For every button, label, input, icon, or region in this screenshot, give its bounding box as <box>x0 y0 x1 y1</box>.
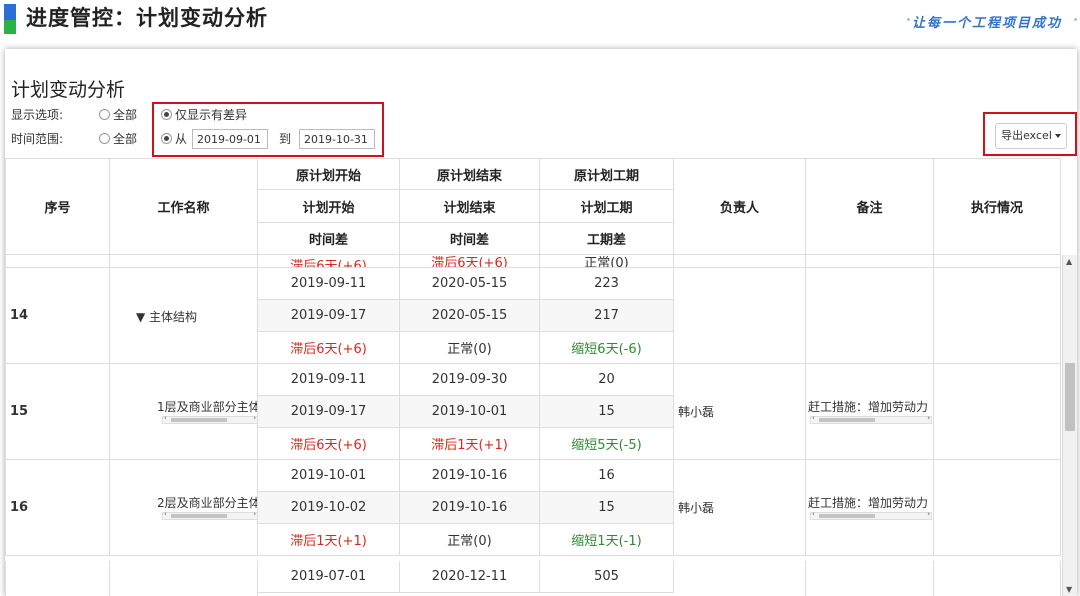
end-diff-cell: 正常(0) <box>400 332 540 364</box>
header-plan-end: 计划结束 <box>400 190 540 223</box>
orig-duration-cell: 16 <box>540 460 674 492</box>
partial-start-diff: 滞后6天(+6) <box>258 244 400 268</box>
brand-accent-icon <box>4 4 16 34</box>
time-range-label: 时间范围: <box>11 132 64 146</box>
task-name[interactable]: ▼ 主体结构 <box>136 308 197 325</box>
duration-diff-cell: 缩短1天(-1) <box>540 524 674 556</box>
bottom-orig-end: 2020-12-11 <box>400 561 540 593</box>
table-row-bottom-name <box>110 561 258 596</box>
bottom-orig-start: 2019-07-01 <box>258 561 400 593</box>
plan-end-cell: 2019-10-01 <box>400 396 540 428</box>
owner-cell <box>674 268 806 364</box>
remark-horizontal-scrollbar[interactable]: ‹ › <box>810 414 932 424</box>
end-diff-cell: 正常(0) <box>400 524 540 556</box>
slogan: 让每一个工程项目成功 <box>911 16 1062 31</box>
remark-horizontal-scrollbar[interactable]: ‹ › <box>810 510 932 520</box>
header-remark: 备注 <box>806 158 934 255</box>
orig-start-cell: 2019-10-01 <box>258 460 400 492</box>
plan-duration-cell: 15 <box>540 396 674 428</box>
orig-duration-cell: 20 <box>540 364 674 396</box>
time-all-label[interactable]: 全部 <box>113 129 137 149</box>
partial-end-diff: 滞后6天(+6) <box>400 244 540 268</box>
start-diff-cell: 滞后1天(+1) <box>258 524 400 556</box>
slogan-dot-icon <box>907 18 910 21</box>
remark-text: 赶工措施：增加劳动力 <box>808 496 929 510</box>
orig-end-cell: 2019-10-16 <box>400 460 540 492</box>
seq-cell: 16 <box>5 460 110 556</box>
bottom-orig-duration: 505 <box>540 561 674 593</box>
status-cell <box>934 460 1061 556</box>
display-options-label: 显示选项: <box>11 108 64 122</box>
plan-start-cell: 2019-09-17 <box>258 396 400 428</box>
header-orig-end: 原计划结束 <box>400 158 540 190</box>
seq-cell: 14 <box>5 268 110 364</box>
plan-start-cell: 2019-09-17 <box>258 300 400 332</box>
remark-cell[interactable]: 赶工措施：增加劳动力 ‹ › <box>806 460 934 556</box>
scroll-up-icon[interactable]: ▲ <box>1066 257 1072 266</box>
table-row-partial-name <box>110 255 258 268</box>
header-orig-start: 原计划开始 <box>258 158 400 190</box>
orig-end-cell: 2019-09-30 <box>400 364 540 396</box>
table-row-partial-seq <box>5 255 110 268</box>
table-row-bottom-status <box>934 561 1061 596</box>
table-row-partial-status <box>934 255 1061 268</box>
owner-cell: 韩小磊 <box>674 460 806 556</box>
display-all-label[interactable]: 全部 <box>113 105 137 125</box>
status-cell <box>934 364 1061 460</box>
header-orig-duration: 原计划工期 <box>540 158 674 190</box>
start-diff-cell: 滞后6天(+6) <box>258 332 400 364</box>
orig-start-cell: 2019-09-11 <box>258 268 400 300</box>
name-horizontal-scrollbar[interactable]: ‹ › <box>162 510 257 520</box>
header-seq: 序号 <box>5 158 110 255</box>
remark-cell <box>806 268 934 364</box>
seq-cell: 15 <box>5 364 110 460</box>
owner-cell: 韩小磊 <box>674 364 806 460</box>
table-scrollbar[interactable]: ▲ ▼ <box>1062 255 1077 596</box>
export-highlight-box <box>983 112 1077 156</box>
remark-text: 赶工措施：增加劳动力 <box>808 400 929 414</box>
scroll-down-icon[interactable]: ▼ <box>1066 585 1072 594</box>
partial-duration-diff: 正常(0) <box>540 244 674 268</box>
table-row-bottom-remark <box>806 561 934 596</box>
header-name: 工作名称 <box>110 158 258 255</box>
top-banner: 进度管控：计划变动分析 让每一个工程项目成功 <box>0 0 1080 40</box>
header-owner: 负责人 <box>674 158 806 255</box>
remark-cell[interactable]: 赶工措施：增加劳动力 ‹ › <box>806 364 934 460</box>
panel-title: 计划变动分析 <box>11 79 126 101</box>
header-status: 执行情况 <box>934 158 1061 255</box>
task-name: 1层及商业部分主体 <box>157 400 257 414</box>
slogan-dot-icon <box>1074 18 1077 21</box>
filter-highlight-box <box>152 102 384 157</box>
name-horizontal-scrollbar[interactable]: ‹ › <box>162 414 257 424</box>
task-name-cell[interactable]: 1层及商业部分主体 ‹ › <box>110 364 258 460</box>
plan-duration-cell: 217 <box>540 300 674 332</box>
plan-start-cell: 2019-10-02 <box>258 492 400 524</box>
plan-duration-cell: 15 <box>540 492 674 524</box>
table-row-partial-remark <box>806 255 934 268</box>
plan-end-cell: 2020-05-15 <box>400 300 540 332</box>
plan-end-cell: 2019-10-16 <box>400 492 540 524</box>
duration-diff-cell: 缩短6天(-6) <box>540 332 674 364</box>
scrollbar-thumb[interactable] <box>1065 363 1075 431</box>
task-name-cell: ▼ 主体结构 <box>110 268 258 364</box>
orig-duration-cell: 223 <box>540 268 674 300</box>
orig-start-cell: 2019-09-11 <box>258 364 400 396</box>
page-title: 进度管控：计划变动分析 <box>26 6 268 30</box>
table-row-partial-owner <box>674 255 806 268</box>
status-cell <box>934 268 1061 364</box>
task-name: 2层及商业部分主体 <box>157 496 257 510</box>
analysis-panel: 计划变动分析 显示选项: 全部 仅显示有差异 时间范围: 全部 从 到 导出ex… <box>5 49 1077 596</box>
header-plan-start: 计划开始 <box>258 190 400 223</box>
task-name-cell[interactable]: 2层及商业部分主体 ‹ › <box>110 460 258 556</box>
display-all-radio[interactable] <box>99 109 110 120</box>
orig-end-cell: 2020-05-15 <box>400 268 540 300</box>
time-all-radio[interactable] <box>99 133 110 144</box>
end-diff-cell: 滞后1天(+1) <box>400 428 540 460</box>
header-plan-duration: 计划工期 <box>540 190 674 223</box>
table-row-bottom-owner <box>674 561 806 596</box>
start-diff-cell: 滞后6天(+6) <box>258 428 400 460</box>
table-row-bottom-seq <box>5 561 110 596</box>
duration-diff-cell: 缩短5天(-5) <box>540 428 674 460</box>
